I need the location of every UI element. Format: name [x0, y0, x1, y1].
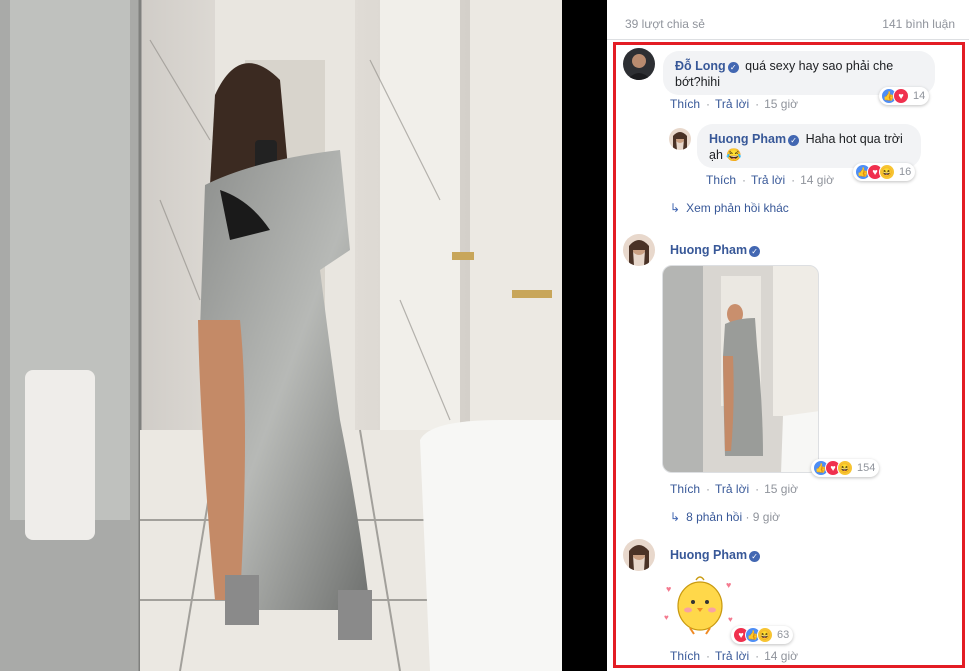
verified-badge-icon: ✓ [749, 246, 761, 257]
svg-text:♥: ♥ [728, 615, 733, 624]
haha-reaction-icon: 😆 [757, 627, 773, 643]
comment-time[interactable]: 15 giờ [764, 97, 798, 111]
divider [562, 0, 607, 671]
reply-button[interactable]: Trả lời [715, 97, 749, 111]
chick-sticker[interactable]: ♥ ♥ ♥ ♥ [662, 568, 738, 638]
comment-text-line2: bớt?hihi [675, 75, 721, 89]
reaction-count: 14 [913, 90, 926, 102]
svg-text:♥: ♥ [726, 580, 731, 590]
comments-panel: 39 lượt chia sẻ 141 bình luận Đỗ Long ✓ q… [607, 0, 969, 671]
reply-actions-1: Thích · Trả lời · 14 giờ [706, 173, 834, 187]
avatar-huong-pham[interactable] [623, 539, 655, 571]
comments-count[interactable]: 141 bình luận [882, 17, 955, 31]
reply-button[interactable]: Trả lời [715, 649, 749, 663]
comment-attached-photo[interactable] [662, 265, 819, 473]
verified-badge-icon: ✓ [727, 62, 739, 73]
comment-author[interactable]: Huong Pham [670, 548, 747, 562]
reaction-summary-1[interactable]: 👍 ♥ 14 [879, 87, 930, 105]
avatar-image [623, 539, 655, 571]
reply-button[interactable]: Trả lời [715, 482, 749, 496]
avatar-huong-pham[interactable] [669, 128, 691, 150]
reaction-summary-2[interactable]: 👍 ♥ 😆 154 [811, 459, 880, 477]
reaction-summary-reply-1[interactable]: 👍 ♥ 😆 16 [853, 163, 916, 181]
reaction-count: 63 [777, 629, 790, 641]
avatar-do-long[interactable] [623, 48, 655, 80]
comment-actions-3: Thích · Trả lời · 14 giờ [670, 649, 798, 663]
view-more-replies-label: Xem phản hồi khác [686, 201, 789, 215]
comment-header-2: Huong Pham ✓ [670, 243, 763, 257]
laughing-emoji-icon: 😂 [726, 148, 742, 162]
attached-photo-image [663, 266, 818, 472]
avatar-image [623, 48, 655, 80]
svg-text:♥: ♥ [666, 584, 671, 594]
replies-label: 8 phản hồi [686, 510, 743, 524]
avatar-image [669, 128, 691, 150]
like-button[interactable]: Thích [670, 482, 700, 496]
mirror-selfie-image [0, 0, 562, 671]
reply-arrow-icon: ↳ [670, 201, 681, 215]
comment-actions-2: Thích · Trả lời · 15 giờ [670, 482, 798, 496]
svg-text:♥: ♥ [664, 613, 669, 622]
comment-time[interactable]: 14 giờ [764, 649, 798, 663]
reply-text-line1: Haha hot qua trời [805, 132, 903, 146]
comment-author[interactable]: Huong Pham [670, 243, 747, 257]
replies-link[interactable]: ↳ 8 phản hồi · 9 giờ [670, 510, 780, 524]
comment-actions-1: Thích · Trả lời · 15 giờ [670, 97, 798, 111]
chick-sticker-image: ♥ ♥ ♥ ♥ [664, 576, 733, 635]
verified-badge-icon: ✓ [788, 135, 800, 146]
reply-text-line2: ạh [709, 148, 723, 162]
like-button[interactable]: Thích [670, 649, 700, 663]
like-button[interactable]: Thích [670, 97, 700, 111]
haha-reaction-icon: 😆 [879, 164, 895, 180]
comment-header-3: Huong Pham ✓ [670, 548, 763, 562]
comment-time[interactable]: 15 giờ [764, 482, 798, 496]
comment-author[interactable]: Đỗ Long [675, 59, 726, 73]
replies-time: 9 giờ [752, 510, 781, 524]
reply-time[interactable]: 14 giờ [800, 173, 834, 187]
reaction-summary-3[interactable]: ♥ 👍 😆 63 [731, 626, 794, 644]
reply-bubble-1: Huong Pham ✓ Haha hot qua trời ạh 😂 [697, 124, 921, 168]
haha-reaction-icon: 😆 [837, 460, 853, 476]
view-more-replies-link[interactable]: ↳ Xem phản hồi khác [670, 201, 789, 215]
reply-author[interactable]: Huong Pham [709, 132, 786, 146]
verified-badge-icon: ✓ [749, 551, 761, 562]
avatar-huong-pham[interactable] [623, 234, 655, 266]
avatar-image [623, 234, 655, 266]
post-stats: 39 lượt chia sẻ 141 bình luận [607, 0, 969, 40]
reply-arrow-icon: ↳ [670, 510, 681, 524]
shares-count[interactable]: 39 lượt chia sẻ [625, 17, 705, 31]
love-reaction-icon: ♥ [893, 88, 909, 104]
comment-text-line1: quá sexy hay sao phải che [745, 59, 894, 73]
reaction-count: 154 [857, 462, 876, 474]
like-button[interactable]: Thích [706, 173, 736, 187]
reaction-count: 16 [899, 166, 912, 178]
reply-button[interactable]: Trả lời [751, 173, 785, 187]
post-photo[interactable] [0, 0, 562, 671]
